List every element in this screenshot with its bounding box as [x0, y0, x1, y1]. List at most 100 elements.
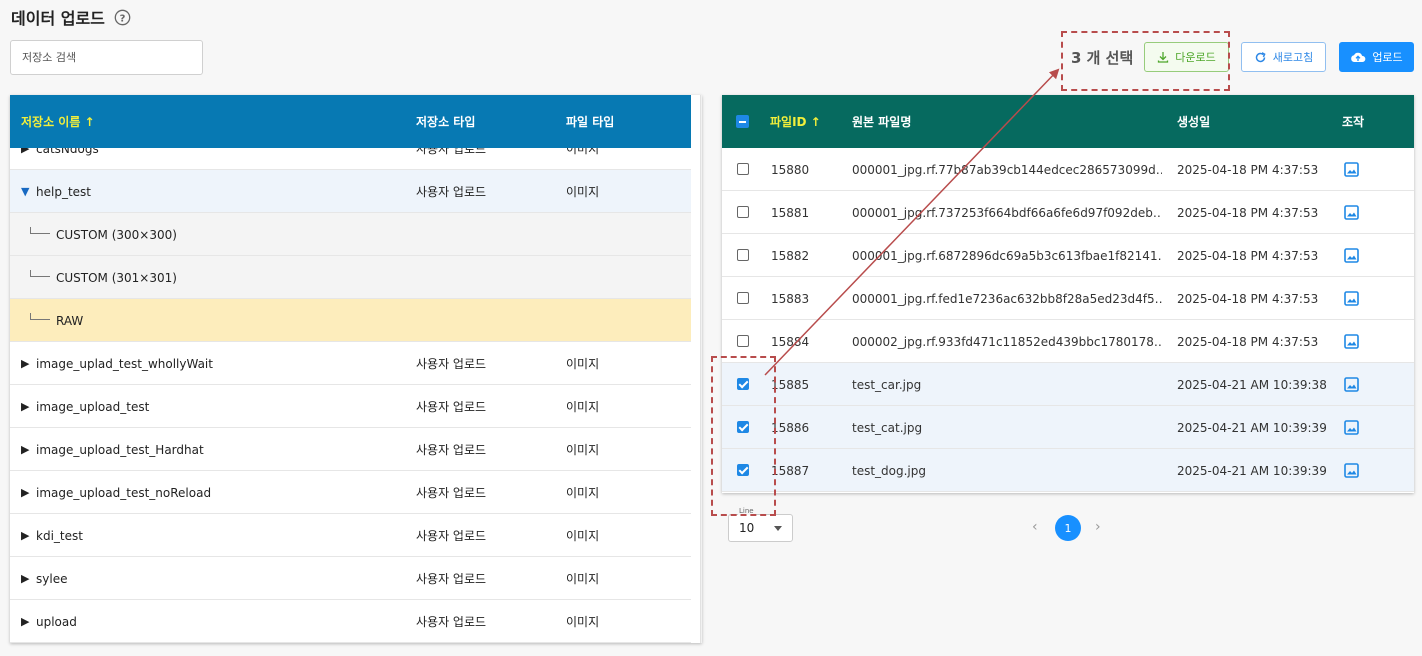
- file-id-cell: 15885: [771, 377, 810, 392]
- storage-row[interactable]: ▶ image_upload_test 사용자 업로드 이미지: [10, 385, 691, 428]
- image-preview-icon[interactable]: [1344, 377, 1359, 392]
- storage-row[interactable]: ▶ image_upload_test_Hardhat 사용자 업로드 이미지: [10, 428, 691, 471]
- upload-button[interactable]: 업로드: [1339, 42, 1414, 72]
- image-preview-icon[interactable]: [1344, 420, 1359, 435]
- storage-type-cell: 사용자 업로드: [416, 185, 487, 199]
- row-checkbox[interactable]: [737, 206, 749, 218]
- file-row[interactable]: 15883 000001_jpg.rf.fed1e7236ac632bb8f28a…: [722, 277, 1414, 320]
- image-preview-icon[interactable]: [1344, 248, 1359, 263]
- created-date-cell: 2025-04-18 PM 4:37:53: [1177, 334, 1319, 349]
- original-name-cell: test_cat.jpg: [852, 420, 923, 435]
- storage-type-cell: 사용자 업로드: [416, 443, 487, 457]
- file-row[interactable]: 15884 000002_jpg.rf.933fd471c11852ed439bb…: [722, 320, 1414, 363]
- caret-right-icon[interactable]: ▶: [21, 357, 36, 370]
- storage-table-scrollbar[interactable]: ▲ ▼: [700, 95, 702, 643]
- file-row[interactable]: 15887 test_dog.jpg 2025-04-21 AM 10:39:39: [722, 449, 1414, 492]
- svg-text:?: ?: [119, 13, 125, 24]
- row-checkbox[interactable]: [737, 292, 749, 304]
- storage-row[interactable]: ▶ catsNdogs 사용자 업로드 이미지: [10, 148, 691, 170]
- caret-right-icon[interactable]: ▶: [21, 443, 36, 456]
- storage-table: 저장소 이름 ↑ 저장소 타입 파일 타입 ▶ catsNdogs 사용자 업로드 이…: [10, 95, 702, 643]
- file-type-cell: 이미지: [566, 148, 600, 156]
- storage-search-input[interactable]: [11, 41, 202, 74]
- tree-branch-icon: [30, 270, 50, 277]
- image-preview-icon[interactable]: [1344, 334, 1359, 349]
- file-type-cell: 이미지: [566, 486, 600, 500]
- file-row[interactable]: 15880 000001_jpg.rf.77b87ab39cb144edcec28…: [722, 148, 1414, 191]
- file-row[interactable]: 15885 test_car.jpg 2025-04-21 AM 10:39:38: [722, 363, 1414, 406]
- storage-type-cell: 사용자 업로드: [416, 357, 487, 371]
- original-name-cell: test_dog.jpg: [852, 463, 927, 478]
- page-1-button[interactable]: 1: [1055, 515, 1081, 541]
- image-preview-icon[interactable]: [1344, 463, 1359, 478]
- storage-name: sylee: [36, 571, 68, 586]
- storage-type-cell: 사용자 업로드: [416, 529, 487, 543]
- storage-row[interactable]: ▼ help_test 사용자 업로드 이미지: [10, 170, 691, 213]
- annotation-box-selected-count: [1061, 31, 1230, 91]
- storage-child-row[interactable]: RAW: [10, 299, 691, 342]
- storage-name-cell: ▶ image_uplad_test_whollyWait: [21, 342, 213, 385]
- annotation-box-checked-rows: [711, 356, 776, 516]
- caret-right-icon[interactable]: ▶: [21, 400, 36, 413]
- created-date-cell: 2025-04-18 PM 4:37:53: [1177, 291, 1319, 306]
- rows-per-page-select[interactable]: 10: [728, 514, 793, 542]
- row-checkbox[interactable]: [737, 163, 749, 175]
- caret-down-icon[interactable]: ▼: [21, 185, 36, 198]
- header-file-type[interactable]: 파일 타입: [566, 95, 614, 148]
- created-date-cell: 2025-04-18 PM 4:37:53: [1177, 162, 1319, 177]
- header-storage-name[interactable]: 저장소 이름 ↑: [21, 95, 95, 148]
- file-id-cell: 15883: [771, 291, 810, 306]
- caret-right-icon[interactable]: ▶: [21, 529, 36, 542]
- question-circle-icon[interactable]: ?: [114, 9, 131, 26]
- caret-right-icon[interactable]: ▶: [21, 572, 36, 585]
- file-row[interactable]: 15886 test_cat.jpg 2025-04-21 AM 10:39:39: [722, 406, 1414, 449]
- file-type-cell: 이미지: [566, 400, 600, 414]
- header-created-date[interactable]: 생성일: [1177, 95, 1210, 148]
- storage-name-cell: ▶ upload: [21, 600, 77, 643]
- storage-name-cell: RAW: [30, 299, 83, 342]
- select-all-checkbox[interactable]: [736, 115, 749, 128]
- row-checkbox[interactable]: [737, 335, 749, 347]
- storage-name: kdi_test: [36, 528, 83, 543]
- header-action: 조작: [1342, 115, 1365, 129]
- image-preview-icon[interactable]: [1344, 162, 1359, 177]
- storage-row[interactable]: ▶ sylee 사용자 업로드 이미지: [10, 557, 691, 600]
- storage-row[interactable]: ▶ image_upload_test_noReload 사용자 업로드 이미지: [10, 471, 691, 514]
- file-row[interactable]: 15882 000001_jpg.rf.6872896dc69a5b3c613fb…: [722, 234, 1414, 277]
- storage-name: image_upload_test_noReload: [36, 485, 212, 500]
- storage-name: image_upload_test: [36, 399, 150, 414]
- caret-right-icon[interactable]: ▶: [21, 615, 36, 628]
- next-page-button[interactable]: ›: [1095, 519, 1101, 535]
- cloud-upload-icon: [1351, 52, 1366, 62]
- file-id-cell: 15884: [771, 334, 810, 349]
- original-name-cell: 000001_jpg.rf.77b87ab39cb144edcec2865730…: [852, 162, 1162, 177]
- storage-search-box[interactable]: [10, 40, 203, 75]
- storage-child-row[interactable]: CUSTOM (300×300): [10, 213, 691, 256]
- storage-child-row[interactable]: CUSTOM (301×301): [10, 256, 691, 299]
- storage-name-cell: CUSTOM (300×300): [30, 213, 177, 256]
- image-preview-icon[interactable]: [1344, 291, 1359, 306]
- original-name-cell: 000001_jpg.rf.737253f664bdf66a6fe6d97f09…: [852, 205, 1162, 220]
- refresh-button[interactable]: 새로고침: [1241, 42, 1326, 72]
- storage-name: RAW: [56, 313, 84, 328]
- file-id-cell: 15880: [771, 162, 810, 177]
- storage-table-body: ▶ catsNdogs 사용자 업로드 이미지 ▼ help_test 사용자 업로드 이미지…: [10, 148, 691, 643]
- caret-right-icon[interactable]: ▶: [21, 486, 36, 499]
- header-storage-type[interactable]: 저장소 타입: [416, 95, 475, 148]
- file-row[interactable]: 15881 000001_jpg.rf.737253f664bdf66a6fe6d…: [722, 191, 1414, 234]
- storage-row[interactable]: ▶ kdi_test 사용자 업로드 이미지: [10, 514, 691, 557]
- header-original-name[interactable]: 원본 파일명: [852, 95, 911, 148]
- file-id-cell: 15886: [771, 420, 810, 435]
- storage-name: CUSTOM (301×301): [56, 270, 177, 285]
- row-checkbox[interactable]: [737, 249, 749, 261]
- storage-row[interactable]: ▶ image_uplad_test_whollyWait 사용자 업로드 이미지: [10, 342, 691, 385]
- storage-row[interactable]: ▶ upload 사용자 업로드 이미지: [10, 600, 691, 643]
- created-date-cell: 2025-04-18 PM 4:37:53: [1177, 248, 1319, 263]
- caret-right-icon[interactable]: ▶: [21, 148, 36, 155]
- storage-name: catsNdogs: [36, 148, 99, 156]
- rows-per-page-value: 10: [739, 521, 755, 535]
- storage-type-cell: 사용자 업로드: [416, 148, 487, 156]
- prev-page-button[interactable]: ‹: [1032, 519, 1038, 535]
- header-file-id[interactable]: 파일ID ↑: [770, 95, 821, 148]
- image-preview-icon[interactable]: [1344, 205, 1359, 220]
